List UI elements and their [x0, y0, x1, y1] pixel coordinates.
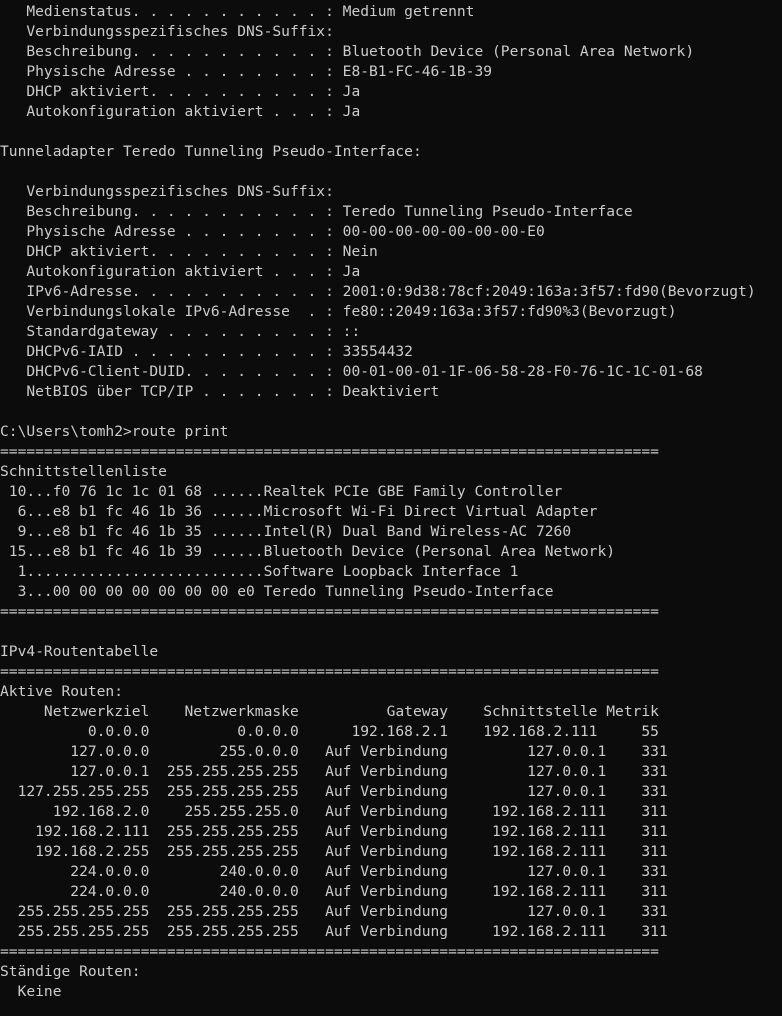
- section-heading: IPv4-Routentabelle: [0, 643, 159, 660]
- interface-entry: 1...........................Software Loo…: [0, 563, 519, 580]
- console-line: Beschreibung. . . . . . . . . . . : Tere…: [0, 203, 633, 220]
- console-line: Medienstatus. . . . . . . . . . . : Medi…: [0, 3, 475, 20]
- console-line: DHCP aktiviert. . . . . . . . . . : Ja: [0, 83, 361, 100]
- separator-line: ========================================…: [0, 603, 659, 620]
- separator-line: ========================================…: [0, 943, 659, 960]
- interface-entry: 3...00 00 00 00 00 00 00 e0 Teredo Tunne…: [0, 583, 554, 600]
- route-row: 192.168.2.111 255.255.255.255 Auf Verbin…: [0, 823, 668, 840]
- route-row: 127.0.0.1 255.255.255.255 Auf Verbindung…: [0, 763, 668, 780]
- interface-entry: 6...e8 b1 fc 46 1b 36 ......Microsoft Wi…: [0, 503, 598, 520]
- console-line: Tunneladapter Teredo Tunneling Pseudo-In…: [0, 143, 422, 160]
- console-line: Verbindungsspezifisches DNS-Suffix:: [0, 183, 334, 200]
- route-row: 224.0.0.0 240.0.0.0 Auf Verbindung 127.0…: [0, 863, 668, 880]
- console-line: Autokonfiguration aktiviert . . . : Ja: [0, 103, 361, 120]
- route-row: 255.255.255.255 255.255.255.255 Auf Verb…: [0, 903, 668, 920]
- console-line: Physische Adresse . . . . . . . . : E8-B…: [0, 63, 493, 80]
- console-line: Verbindungsspezifisches DNS-Suffix:: [0, 23, 334, 40]
- section-heading: Ständige Routen:: [0, 963, 141, 980]
- separator-line: ========================================…: [0, 663, 659, 680]
- console-line: DHCPv6-IAID . . . . . . . . . . . : 3355…: [0, 343, 413, 360]
- route-table-header: Netzwerkziel Netzwerkmaske Gateway Schni…: [0, 703, 659, 720]
- console-line: NetBIOS über TCP/IP . . . . . . . : Deak…: [0, 383, 440, 400]
- route-row: 255.255.255.255 255.255.255.255 Auf Verb…: [0, 923, 668, 940]
- interface-entry: 10...f0 76 1c 1c 01 68 ......Realtek PCI…: [0, 483, 563, 500]
- interface-entry: 9...e8 b1 fc 46 1b 35 ......Intel(R) Dua…: [0, 523, 572, 540]
- section-heading: Schnittstellenliste: [0, 463, 167, 480]
- console-line: Keine: [0, 983, 62, 1000]
- route-row: 224.0.0.0 240.0.0.0 Auf Verbindung 192.1…: [0, 883, 668, 900]
- route-row: 0.0.0.0 0.0.0.0 192.168.2.1 192.168.2.11…: [0, 723, 659, 740]
- console-line: DHCP aktiviert. . . . . . . . . . : Nein: [0, 243, 378, 260]
- route-row: 127.255.255.255 255.255.255.255 Auf Verb…: [0, 783, 668, 800]
- console-line: DHCPv6-Client-DUID. . . . . . . . : 00-0…: [0, 363, 703, 380]
- command-prompt-line: C:\Users\tomh2>route print: [0, 423, 229, 440]
- interface-entry: 15...e8 b1 fc 46 1b 39 ......Bluetooth D…: [0, 543, 616, 560]
- console-line: Beschreibung. . . . . . . . . . . : Blue…: [0, 43, 695, 60]
- route-row: 192.168.2.0 255.255.255.0 Auf Verbindung…: [0, 803, 668, 820]
- console-line: Standardgateway . . . . . . . . . : ::: [0, 323, 361, 340]
- console-line: Autokonfiguration aktiviert . . . : Ja: [0, 263, 361, 280]
- console-line: IPv6-Adresse. . . . . . . . . . . : 2001…: [0, 283, 756, 300]
- console-output[interactable]: Medienstatus. . . . . . . . . . . : Medi…: [0, 0, 782, 1016]
- separator-line: ========================================…: [0, 443, 659, 460]
- route-row: 127.0.0.0 255.0.0.0 Auf Verbindung 127.0…: [0, 743, 668, 760]
- section-heading: Aktive Routen:: [0, 683, 124, 700]
- route-row: 192.168.2.255 255.255.255.255 Auf Verbin…: [0, 843, 668, 860]
- console-line: Verbindungslokale IPv6-Adresse . : fe80:…: [0, 303, 677, 320]
- console-line: Physische Adresse . . . . . . . . : 00-0…: [0, 223, 545, 240]
